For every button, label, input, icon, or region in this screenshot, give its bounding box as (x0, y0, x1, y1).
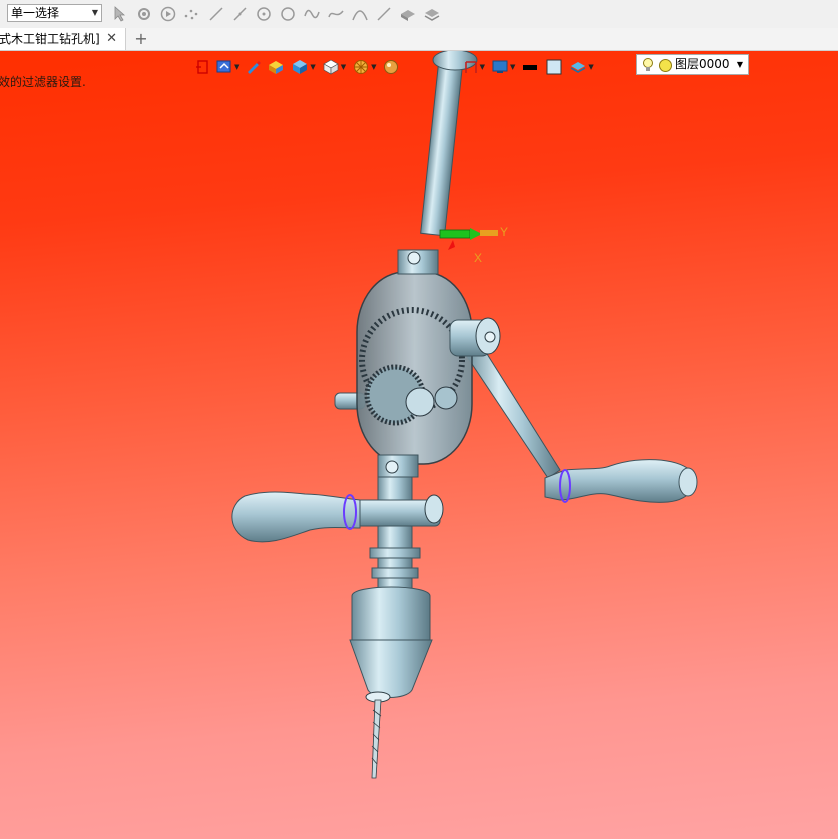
monitor-icon[interactable]: ▼ (491, 57, 515, 77)
document-tab[interactable]: 式木工钳工钻孔机] ✕ (0, 28, 126, 50)
arc-icon[interactable] (350, 4, 370, 24)
play-icon[interactable] (158, 4, 178, 24)
layer-dropdown[interactable]: 图层0000 ▼ (636, 54, 749, 75)
gear-hub (405, 387, 435, 417)
diagonal-line-icon[interactable] (230, 4, 250, 24)
shaft-collar-2 (371, 567, 419, 579)
selection-mode-value: 单一选择 (11, 6, 60, 20)
filter-select-icon[interactable] (134, 4, 154, 24)
chevron-down-icon: ▼ (736, 60, 743, 69)
exit-view-icon[interactable] (195, 57, 209, 77)
3d-viewport[interactable]: 效的过滤器设置. Y X ▼ ▼ ▼ ▼ ▼ ▼ ▼ 图层0000 ▼ (0, 51, 838, 839)
shaded-box-icon[interactable] (267, 57, 285, 77)
crank-hub-bolt (484, 331, 496, 343)
white-cube-icon[interactable]: ▼ (322, 57, 346, 77)
black-line-icon[interactable] (521, 57, 539, 77)
lightbulb-icon[interactable] (642, 57, 654, 79)
curve-icon[interactable] (302, 4, 322, 24)
layer-color-dot[interactable] (659, 59, 672, 72)
axis-orange (480, 230, 498, 236)
shaft-collar-1 (369, 547, 421, 559)
document-tab-bar: 式木工钳工钻孔机] ✕ + (0, 28, 838, 51)
axis-x-label: X (474, 251, 482, 265)
drill-bit (371, 699, 382, 779)
axis-y-label: Y (500, 225, 508, 239)
top-toolbar: 单一选择 ▼ (0, 0, 838, 29)
solid-tool-icon[interactable] (398, 4, 418, 24)
document-tab-label: 式木工钳工钻孔机] (0, 32, 100, 46)
solid-cube-icon[interactable]: ▼ (291, 57, 316, 77)
sunburst-icon[interactable]: ▼ (352, 57, 377, 77)
close-icon[interactable]: ✕ (106, 28, 117, 50)
selection-mode-dropdown[interactable]: 单一选择 ▼ (7, 4, 102, 22)
cad-application: 单一选择 ▼ 式木工钳工钻孔机] ✕ + 效的过滤器设置. Y X ▼ ▼ ▼ … (0, 0, 838, 839)
axis-triad: Y X (439, 225, 508, 265)
layer-stack-icon[interactable] (422, 4, 442, 24)
slash-line-icon[interactable] (374, 4, 394, 24)
chuck-nose (349, 639, 433, 698)
view-toolbar: ▼ ▼ ▼ ▼ ▼ ▼ ▼ (195, 57, 594, 77)
circle-point-icon[interactable] (254, 4, 274, 24)
axis-red (448, 240, 455, 250)
gear-housing (356, 271, 473, 465)
cursor-icon[interactable] (110, 4, 130, 24)
add-tab-button[interactable]: + (133, 28, 149, 50)
hand-drill-model[interactable]: Y X (0, 51, 838, 839)
top-screw (407, 251, 421, 265)
line-icon[interactable] (206, 4, 226, 24)
side-handle-end (424, 494, 444, 524)
crank-arm (465, 345, 561, 479)
spline-icon[interactable] (326, 4, 346, 24)
square-icon[interactable] (545, 57, 563, 77)
axis-y-green (439, 229, 471, 239)
gear-boss (434, 386, 458, 410)
top-shaft (420, 53, 464, 237)
circle-icon[interactable] (278, 4, 298, 24)
right-handle-cap (678, 467, 698, 497)
chevron-down-icon: ▼ (91, 8, 98, 17)
layer-color-icon[interactable]: ▼ (569, 57, 594, 77)
frame-icon[interactable]: ▼ (463, 57, 485, 77)
layer-name: 图层0000 (675, 57, 730, 71)
pen-icon[interactable] (245, 57, 262, 77)
sphere-icon[interactable] (383, 57, 399, 77)
point-cloud-icon[interactable] (182, 4, 202, 24)
right-handle (544, 459, 695, 503)
bottom-screw (385, 460, 399, 474)
display-mode-icon[interactable]: ▼ (215, 57, 239, 77)
left-handle (231, 491, 361, 543)
